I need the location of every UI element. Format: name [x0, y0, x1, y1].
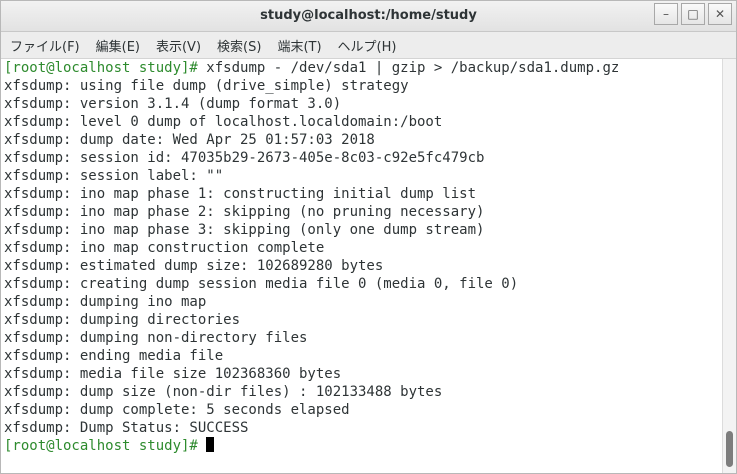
output-line: xfsdump: ino map construction complete [4, 240, 325, 256]
output-line: xfsdump: dumping ino map [4, 294, 207, 310]
menu-file[interactable]: ファイル(F) [1, 36, 88, 55]
menu-terminal[interactable]: 端末(T) [269, 36, 329, 55]
output-line: xfsdump: creating dump session media fil… [4, 276, 519, 292]
output-line: xfsdump: session label: "" [4, 168, 224, 184]
output-line: xfsdump: dump size (non-dir files) : 102… [4, 384, 443, 400]
output-line: xfsdump: ino map phase 3: skipping (only… [4, 222, 485, 238]
shell-prompt: [root@localhost study]# [4, 438, 198, 454]
command-line: [root@localhost study]# xfsdump - /dev/s… [4, 59, 723, 77]
output-line: xfsdump: using file dump (drive_simple) … [4, 78, 409, 94]
output-line: xfsdump: estimated dump size: 102689280 … [4, 258, 384, 274]
output-line: xfsdump: Dump Status: SUCCESS [4, 420, 249, 436]
menu-search[interactable]: 検索(S) [209, 36, 269, 55]
title-bar[interactable]: study@localhost:/home/study – □ ✕ [1, 1, 736, 32]
output-line: xfsdump: dumping non-directory files [4, 330, 308, 346]
final-prompt-line[interactable]: [root@localhost study]# [4, 437, 723, 455]
output-line: xfsdump: media file size 102368360 bytes [4, 366, 342, 382]
output-line: xfsdump: session id: 47035b29-2673-405e-… [4, 150, 485, 166]
menu-view[interactable]: 表示(V) [148, 36, 209, 55]
scrollbar-thumb[interactable] [726, 431, 733, 467]
terminal-window: study@localhost:/home/study – □ ✕ ファイル(F… [0, 0, 737, 474]
menu-bar: ファイル(F) 編集(E) 表示(V) 検索(S) 端末(T) ヘルプ(H) [1, 32, 736, 59]
output-line: xfsdump: ino map phase 2: skipping (no p… [4, 204, 485, 220]
close-button[interactable]: ✕ [708, 3, 732, 25]
command-text: xfsdump - /dev/sda1 | gzip > /backup/sda… [197, 60, 620, 76]
text-cursor [206, 437, 215, 452]
output-line: xfsdump: level 0 dump of localhost.local… [4, 114, 443, 130]
terminal-output-area[interactable]: [root@localhost study]# xfsdump - /dev/s… [1, 59, 723, 473]
output-line: xfsdump: ino map phase 1: constructing i… [4, 186, 477, 202]
vertical-scrollbar[interactable] [722, 59, 736, 473]
window-controls: – □ ✕ [651, 3, 732, 25]
output-line: xfsdump: version 3.1.4 (dump format 3.0) [4, 96, 342, 112]
menu-edit[interactable]: 編集(E) [88, 36, 148, 55]
output-line: xfsdump: ending media file [4, 348, 224, 364]
output-line: xfsdump: dump complete: 5 seconds elapse… [4, 402, 350, 418]
shell-prompt: [root@localhost study]# [4, 60, 198, 76]
menu-help[interactable]: ヘルプ(H) [330, 36, 405, 55]
output-line: xfsdump: dump date: Wed Apr 25 01:57:03 … [4, 132, 375, 148]
minimize-button[interactable]: – [654, 3, 678, 25]
maximize-button[interactable]: □ [681, 3, 705, 25]
window-title: study@localhost:/home/study [260, 8, 477, 23]
output-line: xfsdump: dumping directories [4, 312, 241, 328]
